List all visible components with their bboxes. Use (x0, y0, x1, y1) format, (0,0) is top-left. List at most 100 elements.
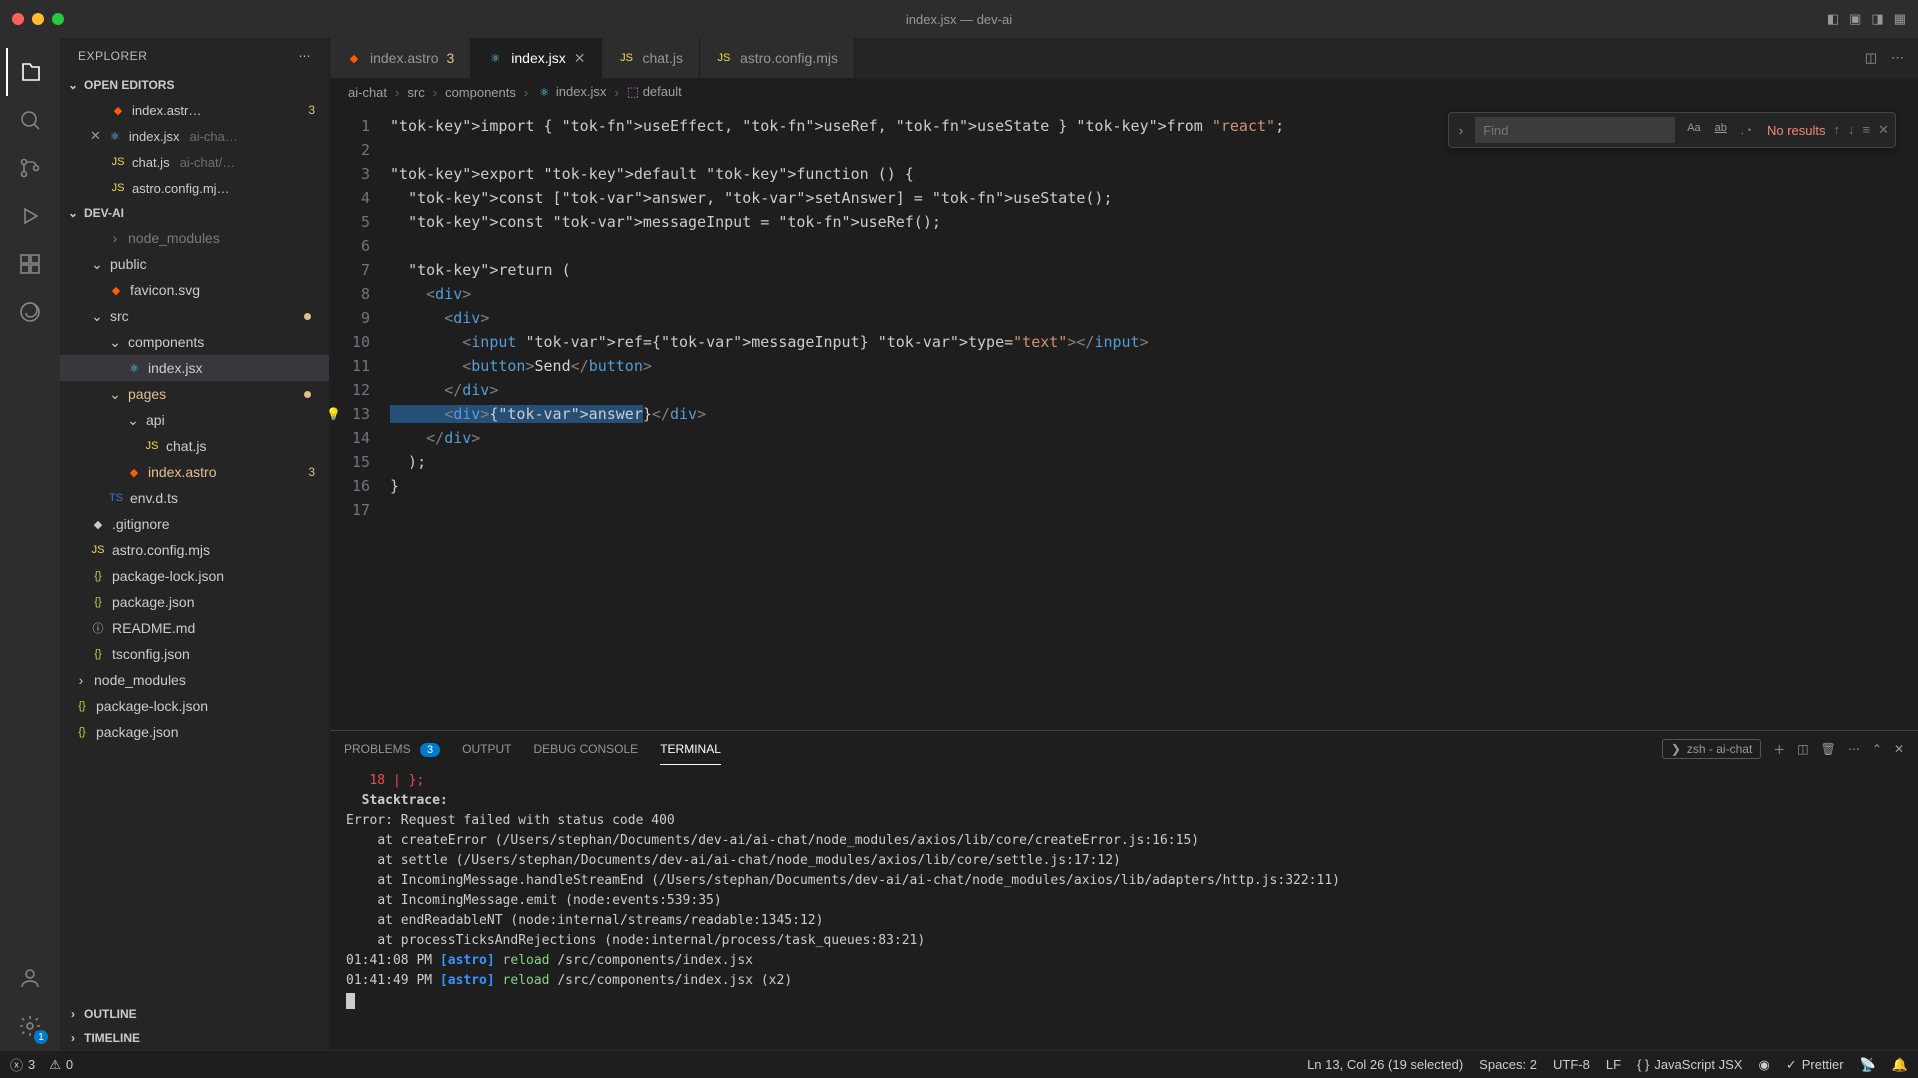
kill-terminal-icon[interactable]: 🗑 (1821, 742, 1836, 756)
code-line[interactable]: "tok-key">export "tok-key">default "tok-… (390, 162, 1918, 186)
code-line[interactable]: "tok-key">const "tok-var">messageInput =… (390, 210, 1918, 234)
extensions-activity-icon[interactable] (6, 240, 54, 288)
status-warnings[interactable]: ⚠ 0 (49, 1057, 73, 1073)
editor-tab[interactable]: ⚛index.jsx✕ (471, 38, 602, 78)
minimize-window-button[interactable] (32, 13, 44, 25)
close-panel-icon[interactable]: ✕ (1894, 742, 1904, 756)
find-next-icon[interactable]: ↓ (1848, 122, 1855, 138)
code-line[interactable]: <input "tok-var">ref={"tok-var">messageI… (390, 330, 1918, 354)
editor-tab[interactable]: JSchat.js (602, 38, 699, 78)
breadcrumb-item[interactable]: ⚛ index.jsx (536, 84, 606, 101)
code-line[interactable]: ); (390, 450, 1918, 474)
close-icon[interactable]: ✕ (90, 128, 101, 144)
folder-item[interactable]: ⌄src (60, 303, 329, 329)
toggle-panel-left-icon[interactable]: ◧ (1827, 11, 1839, 27)
search-activity-icon[interactable] (6, 96, 54, 144)
toggle-panel-bottom-icon[interactable]: ▣ (1849, 11, 1861, 27)
settings-activity-icon[interactable]: 1 (6, 1002, 54, 1050)
open-editor-item[interactable]: ◆index.astr…3 (60, 97, 329, 123)
breadcrumb-item[interactable]: components (445, 85, 516, 100)
status-prettier[interactable]: ✓ Prettier (1786, 1057, 1844, 1073)
code-editor[interactable]: 1234567891011121314151617 "tok-key">impo… (330, 106, 1918, 730)
find-expand-icon[interactable]: › (1455, 123, 1467, 138)
open-editor-item[interactable]: JSastro.config.mj… (60, 175, 329, 201)
status-feedback-icon[interactable]: 📡 (1860, 1057, 1876, 1073)
terminal-output[interactable]: 18 | }; Stacktrace:Error: Request failed… (330, 767, 1918, 1050)
status-eol[interactable]: LF (1606, 1057, 1621, 1072)
code-line[interactable]: </div> (390, 426, 1918, 450)
status-errors[interactable]: ⓧ 3 (10, 1055, 35, 1074)
code-line[interactable]: <div> (390, 306, 1918, 330)
outline-header[interactable]: › OUTLINE (60, 1002, 329, 1026)
folder-item[interactable]: ⌄public (60, 251, 329, 277)
find-prev-icon[interactable]: ↑ (1834, 122, 1841, 138)
terminal-more-icon[interactable]: ⋯ (1848, 742, 1860, 756)
split-terminal-icon[interactable]: ◫ (1797, 742, 1808, 756)
customize-layout-icon[interactable]: ▦ (1894, 11, 1906, 27)
code-line[interactable] (390, 498, 1918, 522)
code-line[interactable]: </div> (390, 378, 1918, 402)
split-editor-icon[interactable]: ◫ (1865, 50, 1877, 66)
find-selection-icon[interactable]: ≡ (1863, 122, 1871, 138)
file-item[interactable]: ⓘREADME.md (60, 615, 329, 641)
code-line[interactable]: <div>{"tok-var">answer}</div> (390, 402, 1918, 426)
breadcrumbs[interactable]: ai-chat›src›components›⚛ index.jsx›⬚ def… (330, 78, 1918, 106)
code-line[interactable]: "tok-key">const ["tok-var">answer, "tok-… (390, 186, 1918, 210)
folder-item[interactable]: ›node_modules (60, 225, 329, 251)
run-debug-activity-icon[interactable] (6, 192, 54, 240)
editor-tab[interactable]: ◆index.astro3 (330, 38, 471, 78)
status-encoding[interactable]: UTF-8 (1553, 1057, 1590, 1072)
toggle-panel-right-icon[interactable]: ◨ (1871, 11, 1883, 27)
status-indent[interactable]: Spaces: 2 (1479, 1057, 1537, 1072)
tab-problems[interactable]: PROBLEMS 3 (344, 734, 440, 764)
tab-terminal[interactable]: TERMINAL (660, 734, 721, 765)
editor-tab[interactable]: JSastro.config.mjs (700, 38, 855, 78)
terminal-selector[interactable]: ❯ zsh - ai-chat (1662, 739, 1761, 759)
folder-item[interactable]: ›node_modules (60, 667, 329, 693)
file-item[interactable]: {}package-lock.json (60, 693, 329, 719)
accounts-activity-icon[interactable] (6, 954, 54, 1002)
match-case-icon[interactable]: Aa (1683, 120, 1704, 140)
folder-item[interactable]: ⌄api (60, 407, 329, 433)
file-item[interactable]: JSchat.js (60, 433, 329, 459)
new-terminal-icon[interactable]: ＋ (1773, 741, 1785, 758)
code-line[interactable]: <button>Send</button> (390, 354, 1918, 378)
match-word-icon[interactable]: ab (1711, 120, 1731, 140)
explorer-activity-icon[interactable] (6, 48, 54, 96)
file-item[interactable]: {}package.json (60, 719, 329, 745)
file-item[interactable]: JSastro.config.mjs (60, 537, 329, 563)
tab-output[interactable]: OUTPUT (462, 734, 511, 764)
file-item[interactable]: {}package.json (60, 589, 329, 615)
close-window-button[interactable] (12, 13, 24, 25)
file-item[interactable]: ⚛index.jsx (60, 355, 329, 381)
sidebar-more-icon[interactable]: ⋯ (299, 49, 312, 63)
breadcrumb-item[interactable]: ai-chat (348, 85, 387, 100)
folder-item[interactable]: ⌄components (60, 329, 329, 355)
status-selection[interactable]: Ln 13, Col 26 (19 selected) (1307, 1057, 1463, 1072)
code-line[interactable]: } (390, 474, 1918, 498)
find-input[interactable] (1475, 117, 1675, 143)
maximize-panel-icon[interactable]: ⌃ (1872, 742, 1882, 756)
breadcrumb-item[interactable]: src (407, 85, 424, 100)
open-editor-item[interactable]: JSchat.jsai-chat/… (60, 149, 329, 175)
source-control-activity-icon[interactable] (6, 144, 54, 192)
status-bell-icon[interactable]: 🔔 (1892, 1057, 1908, 1073)
file-item[interactable]: TSenv.d.ts (60, 485, 329, 511)
tab-close-icon[interactable]: ✕ (574, 50, 586, 67)
maximize-window-button[interactable] (52, 13, 64, 25)
file-item[interactable]: {}tsconfig.json (60, 641, 329, 667)
code-line[interactable]: <div> (390, 282, 1918, 306)
file-item[interactable]: ◆index.astro3 (60, 459, 329, 485)
file-item[interactable]: {}package-lock.json (60, 563, 329, 589)
tab-debug-console[interactable]: DEBUG CONSOLE (534, 734, 639, 764)
file-item[interactable]: ◆.gitignore (60, 511, 329, 537)
open-editors-header[interactable]: ⌄ OPEN EDITORS (60, 73, 329, 97)
project-header[interactable]: ⌄ DEV-AI (60, 201, 329, 225)
code-line[interactable]: "tok-key">return ( (390, 258, 1918, 282)
status-go-live[interactable]: ◉ (1758, 1057, 1769, 1073)
edge-tools-activity-icon[interactable] (6, 288, 54, 336)
regex-icon[interactable]: .﹡ (1737, 120, 1759, 140)
file-item[interactable]: ◆favicon.svg (60, 277, 329, 303)
breadcrumb-item[interactable]: ⬚ default (627, 84, 682, 100)
find-close-icon[interactable]: ✕ (1878, 122, 1889, 138)
